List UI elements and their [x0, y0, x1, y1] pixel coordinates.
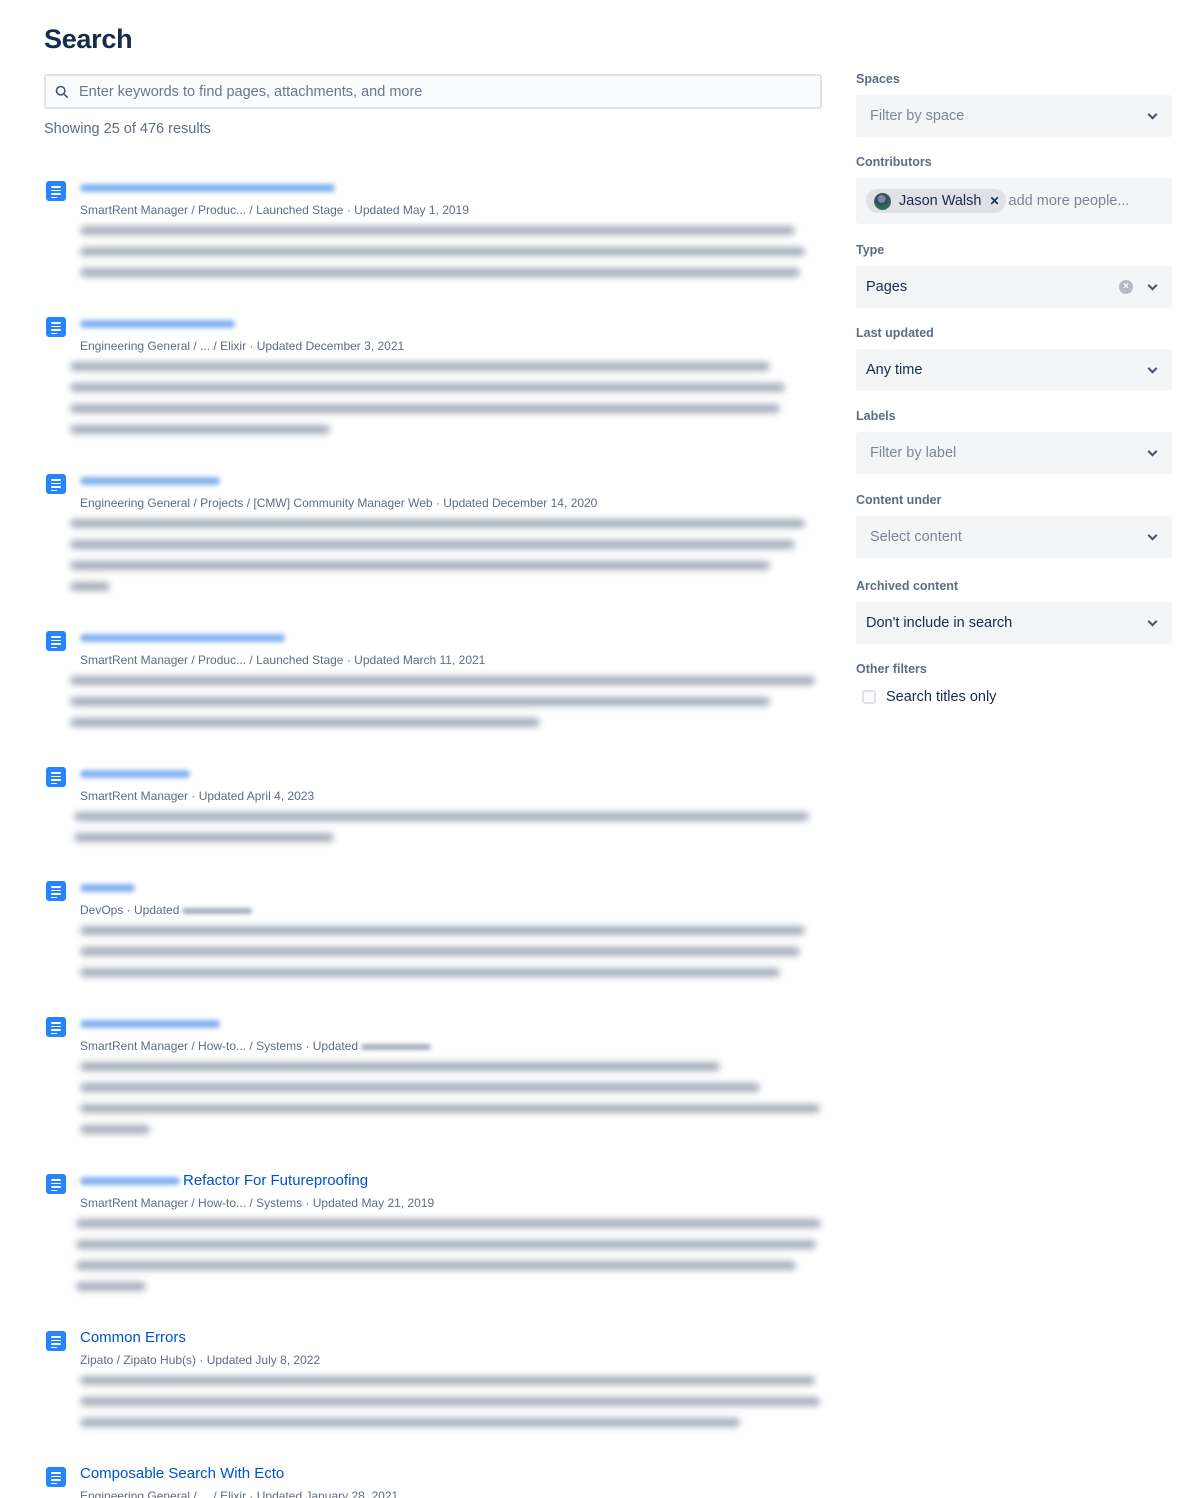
result-count: Showing 25 of 476 results: [44, 121, 211, 137]
result-title-link[interactable]: Refactor For Futureproofing: [80, 1171, 834, 1191]
page-icon: [46, 181, 66, 201]
result-breadcrumb: Zipato / Zipato Hub(s) · Updated July 8,…: [80, 1353, 321, 1367]
contributor-chip: Jason Walsh ✕: [866, 189, 1006, 213]
search-icon: [55, 85, 69, 98]
result-title-link[interactable]: [80, 1014, 834, 1034]
contributors-input[interactable]: [1008, 193, 1159, 209]
page-icon: [46, 631, 66, 651]
result-breadcrumb: Engineering General / ... / Elixir · Upd…: [80, 1489, 399, 1498]
result-snippet: [74, 812, 834, 842]
type-select[interactable]: Pages ×: [856, 266, 1172, 308]
page-icon: [46, 474, 66, 494]
results-list: SmartRent Manager / Produc... / Launched…: [44, 178, 834, 1498]
avatar: [874, 192, 891, 210]
page-icon: [46, 1331, 66, 1351]
search-result: Engineering General / ... / Elixir · Upd…: [44, 314, 834, 471]
search-result: SmartRent Manager / Produc... / Launched…: [44, 628, 834, 764]
search-input[interactable]: [79, 83, 779, 100]
result-title-link[interactable]: [80, 878, 834, 898]
spaces-label: Spaces: [856, 72, 900, 86]
result-breadcrumb: DevOps · Updated: [80, 902, 834, 918]
result-snippet: [76, 1219, 834, 1291]
result-title-link[interactable]: [80, 314, 834, 334]
search-result: Composable Search With Ecto Engineering …: [44, 1464, 834, 1498]
last-updated-select[interactable]: Any time: [856, 349, 1172, 391]
search-field[interactable]: [44, 74, 822, 109]
page-icon: [46, 767, 66, 787]
result-snippet: [80, 1062, 834, 1134]
result-breadcrumb: Engineering General / ... / Elixir · Upd…: [80, 339, 405, 353]
search-result: Engineering General / Projects / [CMW] C…: [44, 471, 834, 628]
page-title: Search: [44, 24, 133, 54]
page-icon: [46, 1467, 66, 1487]
page-icon: [46, 317, 66, 337]
result-breadcrumb: SmartRent Manager / Produc... / Launched…: [80, 203, 469, 217]
result-snippet: [70, 676, 834, 727]
remove-contributor-icon[interactable]: ✕: [989, 194, 999, 208]
type-label: Type: [856, 243, 885, 257]
other-filters-label: Other filters: [856, 662, 927, 676]
result-breadcrumb: SmartRent Manager · Updated April 4, 202…: [80, 789, 315, 803]
search-titles-only-option[interactable]: Search titles only: [862, 689, 996, 705]
page-icon: [46, 1017, 66, 1037]
archived-select[interactable]: Don't include in search: [856, 602, 1172, 644]
clear-icon[interactable]: ×: [1119, 280, 1133, 294]
result-snippet: [70, 362, 834, 434]
chevron-down-icon: [1147, 280, 1158, 291]
result-title-link[interactable]: [80, 628, 834, 648]
result-title-link[interactable]: Common Errors: [80, 1328, 834, 1348]
result-title-link[interactable]: [80, 764, 834, 784]
chevron-down-icon: [1147, 530, 1158, 541]
result-title-link[interactable]: [80, 178, 834, 198]
page-icon: [46, 1174, 66, 1194]
contributor-name: Jason Walsh: [899, 193, 982, 209]
result-breadcrumb: Engineering General / Projects / [CMW] C…: [80, 496, 598, 510]
result-title-link[interactable]: [80, 471, 834, 491]
result-snippet: [80, 1376, 834, 1427]
content-under-select[interactable]: Select content: [856, 516, 1172, 558]
content-under-label: Content under: [856, 493, 942, 507]
search-result: SmartRent Manager / Produc... / Launched…: [44, 178, 834, 314]
search-result: DevOps · Updated: [44, 878, 834, 1014]
result-snippet: [70, 519, 834, 591]
chevron-down-icon: [1147, 616, 1158, 627]
contributors-label: Contributors: [856, 155, 932, 169]
result-snippet: [80, 926, 834, 977]
result-breadcrumb: SmartRent Manager / How-to... / Systems …: [80, 1196, 435, 1210]
search-titles-only-checkbox[interactable]: [862, 690, 876, 704]
chevron-down-icon: [1147, 363, 1158, 374]
page-icon: [46, 881, 66, 901]
last-updated-label: Last updated: [856, 326, 934, 340]
spaces-select[interactable]: Filter by space: [856, 95, 1172, 137]
labels-label: Labels: [856, 409, 896, 423]
result-title-link[interactable]: Composable Search With Ecto: [80, 1464, 834, 1484]
search-result: Refactor For Futureproofing SmartRent Ma…: [44, 1171, 834, 1328]
archived-label: Archived content: [856, 579, 959, 593]
result-breadcrumb: SmartRent Manager / Produc... / Launched…: [80, 653, 486, 667]
search-result: SmartRent Manager / How-to... / Systems …: [44, 1014, 834, 1171]
search-result: Common Errors Zipato / Zipato Hub(s) · U…: [44, 1328, 834, 1464]
search-result: SmartRent Manager · Updated April 4, 202…: [44, 764, 834, 878]
labels-select[interactable]: Filter by label: [856, 432, 1172, 474]
chevron-down-icon: [1147, 109, 1158, 120]
result-breadcrumb: SmartRent Manager / How-to... / Systems …: [80, 1038, 834, 1054]
chevron-down-icon: [1147, 446, 1158, 457]
contributors-field[interactable]: Jason Walsh ✕: [856, 178, 1172, 224]
result-snippet: [80, 226, 834, 277]
